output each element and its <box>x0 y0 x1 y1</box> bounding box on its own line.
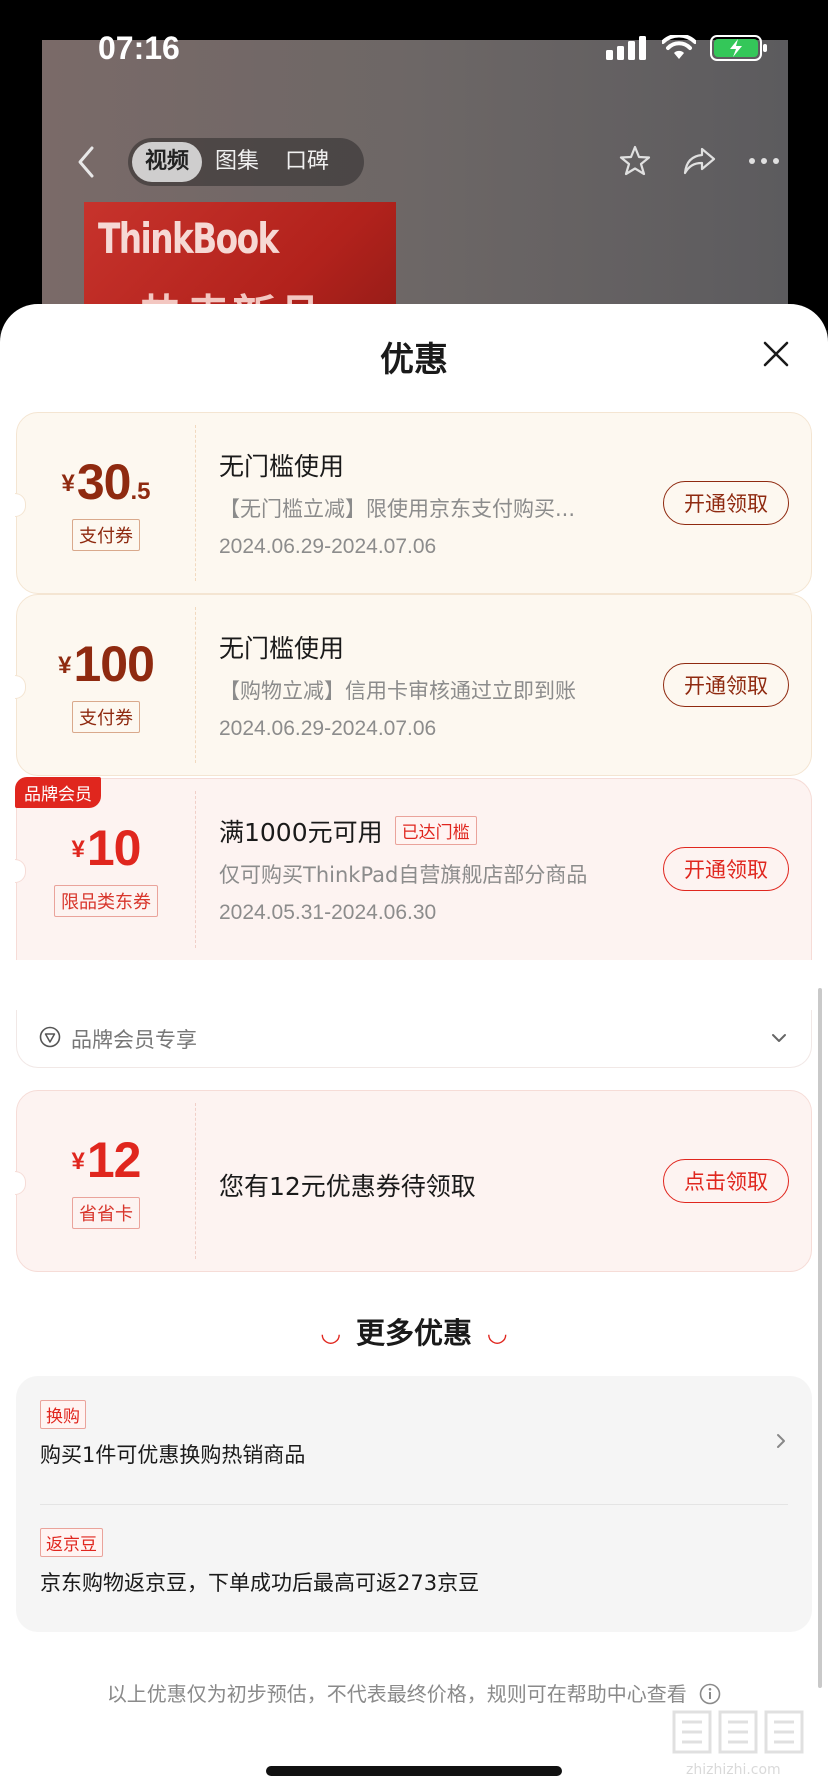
watermark-text: zhizhizhi.com <box>686 1762 781 1778</box>
coupon-title: 您有12元优惠券待领取 <box>219 1172 476 1201</box>
nav-actions <box>618 144 780 178</box>
coupon-card: 品牌会员 ¥10 限品类东券 满1000元可用 已达门槛 仅可购买ThinkPad… <box>15 777 812 960</box>
coupon-desc: 仅可购买ThinkPad自营旗舰店部分商品 <box>219 863 588 887</box>
smile-mark-icon: ◡ <box>488 1319 507 1347</box>
share-icon[interactable] <box>682 145 718 177</box>
list-item: 返京豆 京东购物返京豆，下单成功后最高可返273京豆 <box>40 1528 788 1597</box>
coupon-divider <box>195 1103 196 1259</box>
favorite-star-icon[interactable] <box>618 144 652 178</box>
coupon-date: 2024.06.29-2024.07.06 <box>219 535 437 558</box>
status-time: 07:16 <box>98 30 180 66</box>
more-discounts-title: 更多优惠 <box>355 1316 472 1350</box>
threshold-reached-badge: 已达门槛 <box>394 816 477 845</box>
coupon-type-tag: 支付券 <box>72 701 140 733</box>
home-indicator[interactable] <box>266 1766 562 1776</box>
more-icon[interactable] <box>748 156 780 166</box>
tab-gallery[interactable]: 图集 <box>202 142 272 182</box>
coupon-tag-wrap: 限品类东券 <box>17 779 195 960</box>
battery-charging-icon <box>710 35 767 61</box>
close-icon[interactable] <box>760 338 792 370</box>
scrollbar[interactable] <box>818 988 822 1688</box>
coupon-card: ¥12 省省卡 您有12元优惠券待领取 点击领取 <box>15 1090 812 1272</box>
promo-brand: ThinkBook <box>98 214 279 263</box>
more-discounts-header: ◡ 更多优惠 ◡ <box>0 1310 828 1352</box>
watermark: zhizhizhi.com <box>668 1706 818 1786</box>
chevron-down-icon <box>772 1034 786 1042</box>
list-item-text: 购买1件可优惠换购热销商品 <box>40 1443 306 1467</box>
info-icon[interactable] <box>699 1683 721 1705</box>
coupon-tag-wrap: 省省卡 <box>17 1091 195 1271</box>
coupon-card: ¥100 支付券 无门槛使用 【购物立减】信用卡审核通过立即到账 2024.06… <box>15 594 812 776</box>
coupon-title: 满1000元可用 <box>219 818 383 847</box>
coupon-tag-wrap: 支付券 <box>17 413 195 593</box>
claim-button[interactable]: 开通领取 <box>663 663 789 707</box>
coupon-date: 2024.06.29-2024.07.06 <box>219 717 437 740</box>
list-item[interactable]: 换购 购买1件可优惠换购热销商品 <box>40 1400 788 1469</box>
claim-button[interactable]: 开通领取 <box>663 481 789 525</box>
coupon-type-tag: 省省卡 <box>72 1197 140 1229</box>
disclaimer: 以上优惠仅为初步预估，不代表最终价格，规则可在帮助中心查看 <box>0 1678 828 1707</box>
member-exclusive-label: 品牌会员专享 <box>71 1028 197 1052</box>
coupon-divider <box>195 425 196 581</box>
disclaimer-text: 以上优惠仅为初步预估，不代表最终价格，规则可在帮助中心查看 <box>106 1682 687 1706</box>
smile-mark-icon: ◡ <box>321 1319 340 1347</box>
coupon-date: 2024.05.31-2024.06.30 <box>219 901 437 924</box>
wifi-icon <box>662 35 696 59</box>
media-nav-bar: 视频 图集 口碑 <box>0 134 828 190</box>
jingdou-tag: 返京豆 <box>40 1528 103 1557</box>
tab-video[interactable]: 视频 <box>132 142 203 182</box>
coupon-title-row: 满1000元可用 已达门槛 <box>219 813 477 849</box>
coupon-tag-wrap: 支付券 <box>17 595 195 775</box>
coupon-title: 无门槛使用 <box>219 452 345 481</box>
list-divider <box>40 1504 788 1505</box>
signal-icon <box>606 36 646 60</box>
coupon-desc: 【无门槛立减】限使用京东支付购买... <box>219 497 576 521</box>
coupon-divider <box>195 607 196 763</box>
status-icons <box>606 34 768 62</box>
coupon-card: ¥30.5 支付券 无门槛使用 【无门槛立减】限使用京东支付购买... 2024… <box>15 412 812 594</box>
media-tabs: 视频 图集 口碑 <box>128 138 364 186</box>
watermark-logo-icon <box>672 1710 804 1754</box>
sheet-title: 优惠 <box>380 340 448 380</box>
coupon-title: 无门槛使用 <box>219 634 345 663</box>
brand-member-exclusive-bar[interactable]: 品牌会员专享 <box>16 1010 812 1068</box>
coupon-type-tag: 支付券 <box>72 519 140 551</box>
tab-reviews[interactable]: 口碑 <box>272 142 342 182</box>
more-discounts-list: 换购 购买1件可优惠换购热销商品 返京豆 京东购物返京豆，下单成功后最高可返27… <box>16 1376 812 1632</box>
member-shield-icon <box>39 1026 61 1048</box>
trade-in-tag: 换购 <box>40 1400 86 1429</box>
chevron-right-icon[interactable] <box>772 1432 790 1450</box>
claim-button[interactable]: 点击领取 <box>663 1159 789 1203</box>
claim-button[interactable]: 开通领取 <box>663 847 789 891</box>
back-icon[interactable] <box>72 144 102 180</box>
coupon-type-tag: 限品类东券 <box>54 885 158 917</box>
discount-sheet: 优惠 ¥30.5 支付券 无门槛使用 【无门槛立减】限使用京东支付购买... 2… <box>0 304 828 1792</box>
coupon-desc: 【购物立减】信用卡审核通过立即到账 <box>219 679 576 703</box>
coupon-divider <box>195 791 196 948</box>
product-media-area[interactable]: ThinkBook 热卖新品 <box>42 40 788 372</box>
list-item-text: 京东购物返京豆，下单成功后最高可返273京豆 <box>40 1571 480 1595</box>
